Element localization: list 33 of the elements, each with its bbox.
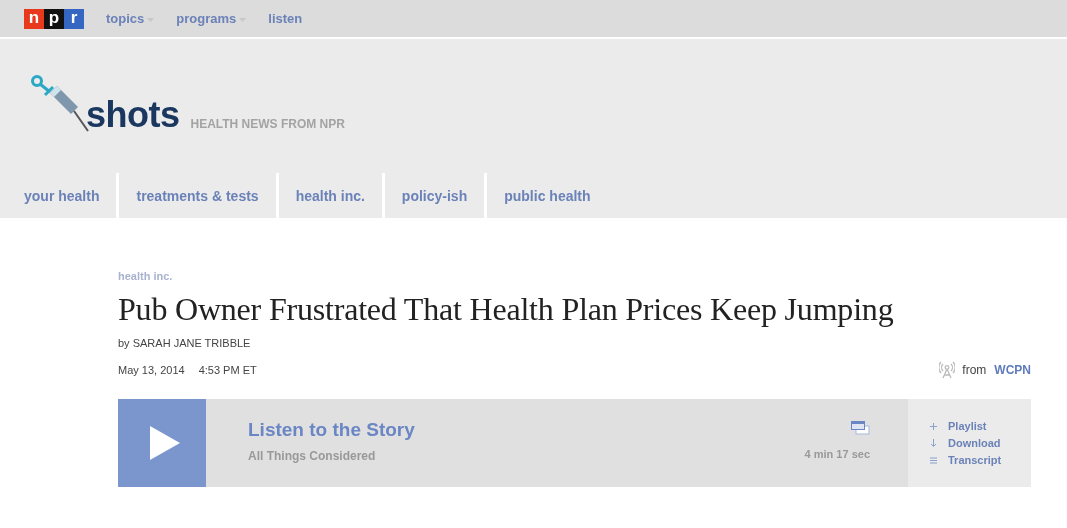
section-tab[interactable]: health inc. <box>275 173 382 218</box>
program-name: All Things Considered <box>248 449 377 463</box>
audio-action-link[interactable]: Transcript <box>948 454 1002 466</box>
source-label: from <box>962 363 987 377</box>
byline: by SARAH JANE TRIBBLE <box>118 337 252 349</box>
lines-icon <box>930 456 937 464</box>
article-title: Pub Owner Frustrated That Health Plan Prices Keep Jumping <box>118 291 895 328</box>
source-link[interactable]: WCPN <box>994 363 1031 377</box>
article-date: May 13, 2014 <box>118 364 185 376</box>
popout-icon[interactable] <box>851 421 870 435</box>
section-tab[interactable]: your health <box>0 173 117 218</box>
top-nav-link[interactable]: topics <box>106 11 155 26</box>
top-nav-link[interactable]: programs <box>176 11 247 26</box>
section-tab[interactable]: public health <box>484 173 608 218</box>
section-tab[interactable]: policy-ish <box>381 173 485 218</box>
logo-letter[interactable]: r <box>64 8 84 29</box>
plus-icon <box>930 422 937 430</box>
audio-action-link[interactable]: Playlist <box>948 420 987 432</box>
down-arrow-icon <box>930 439 937 447</box>
top-nav-link[interactable]: listen <box>268 11 303 26</box>
section-tab[interactable]: treatments & tests <box>116 173 276 218</box>
audio-title[interactable]: Listen to the Story <box>248 419 415 441</box>
logo-letter[interactable]: p <box>44 8 64 29</box>
antenna-icon <box>939 361 956 379</box>
article-time: 4:53 PM ET <box>198 364 257 376</box>
article-category[interactable]: health inc. <box>118 270 1031 282</box>
blog-tagline: HEALTH NEWS FROM NPR <box>190 117 345 131</box>
play-button[interactable] <box>118 399 206 487</box>
audio-action-link[interactable]: Download <box>948 437 1001 449</box>
blog-name[interactable]: shots <box>86 97 180 133</box>
play-icon <box>150 426 180 460</box>
logo-letter[interactable]: n <box>24 8 44 29</box>
audio-duration: 4 min 17 sec <box>804 448 870 460</box>
